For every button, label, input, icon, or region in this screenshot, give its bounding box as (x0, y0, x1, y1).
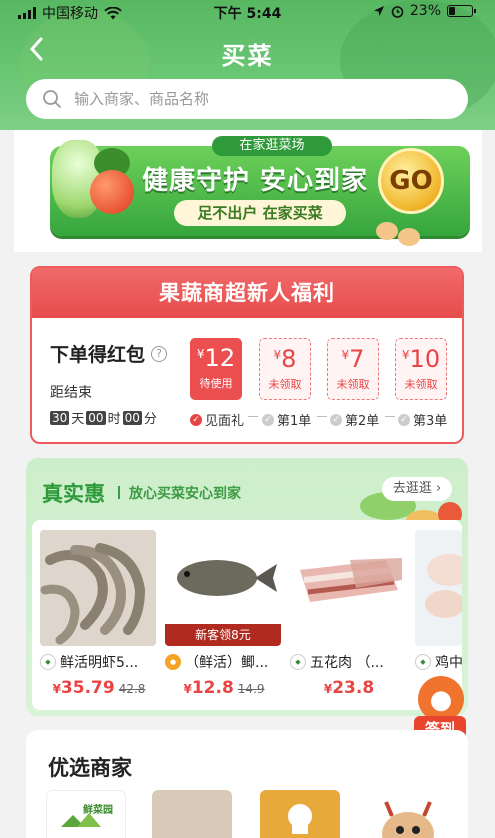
price-currency: ¥ (52, 682, 61, 696)
go-shopping-button[interactable]: 去逛逛 › (382, 477, 452, 501)
page-title: 买菜 (221, 42, 274, 70)
original-price: 14.9 (237, 682, 265, 696)
egg-image (398, 228, 420, 246)
coupon-status: 未领取 (268, 378, 302, 391)
deals-title: 真实惠 (42, 482, 105, 506)
pork-belly-image (290, 530, 406, 646)
battery-icon (447, 5, 476, 17)
product-name: （鲜活）鲫... (185, 655, 269, 671)
product-name: 五花肉 （... (310, 655, 384, 671)
go-shopping-label: 去逛逛 (392, 481, 432, 496)
ends-label: 距结束 (50, 385, 92, 401)
coupon-currency: ¥ (401, 348, 410, 362)
order-steps: ✓ 见面礼 ✓ 第1单 ✓ 第2单 ✓ 第3单 (190, 410, 462, 429)
merchant-logo[interactable] (152, 790, 232, 838)
coupon-card[interactable]: ¥7 未领取 (327, 338, 379, 400)
deals-subtitle: 放心买菜安心到家 (118, 483, 241, 503)
step-label: 见面礼 (205, 414, 245, 429)
timer-minute-unit: 分 (143, 412, 157, 427)
new-customer-ribbon: 新客领8元 (165, 624, 281, 646)
order-bonus-label: 下单得红包 (50, 344, 146, 366)
product-name: 鸡中 (435, 655, 462, 671)
merchant-logo[interactable] (260, 790, 340, 838)
step-label: 第2单 (345, 414, 380, 429)
coupon-status: 未领取 (336, 378, 370, 391)
coupon-status: 未领取 (404, 378, 438, 391)
banner-headline: 健康守护 安心到家 (142, 166, 369, 196)
status-bar: 中国移动 下午 5:44 23% (0, 0, 495, 22)
coupon-status: 待使用 (199, 377, 233, 390)
product-carousel[interactable]: ◆ 鲜活明虾5... ¥35.79 42.8 新客领8元 ● （鲜活）鲫... ¥12… (32, 520, 462, 710)
banner-subline: 足不出户 在家买菜 (174, 200, 346, 226)
coupon-card[interactable]: ¥8 未领取 (259, 338, 311, 400)
product-card[interactable]: ◆ 五花肉 （... ¥23.8 (290, 530, 408, 698)
original-price: 42.8 (118, 682, 146, 696)
timer-minutes: 00 (122, 410, 142, 425)
step-label: 第1单 (277, 414, 312, 429)
banner-go-button[interactable]: GO (378, 148, 444, 214)
timer-hour-unit: 时 (107, 412, 121, 427)
merchants-section: 优选商家 鲜菜园 (26, 730, 468, 838)
coupon-amount: 7 (349, 345, 365, 373)
tomato-image (90, 170, 134, 214)
coupon-amount: 10 (409, 345, 441, 373)
check-icon: ✓ (262, 413, 274, 426)
merchant-logo[interactable]: 鲜菜园 (46, 790, 126, 838)
merchant-logo-icon: ◆ (415, 654, 431, 670)
price-currency: ¥ (323, 682, 333, 696)
shrimp-image (40, 530, 156, 646)
egg-image (376, 222, 398, 240)
step-label: 第3单 (413, 414, 448, 429)
timer-day-unit: 天 (71, 412, 85, 427)
coupon-card[interactable]: ¥12 待使用 (190, 338, 242, 400)
product-card[interactable]: 新客领8元 ● （鲜活）鲫... ¥12.8 14.9 (165, 530, 283, 698)
merchant-logo-icon: ◆ (40, 654, 56, 670)
product-card[interactable]: ◆ 鸡中 (415, 530, 462, 672)
location-arrow-icon (373, 6, 384, 16)
product-name: 鲜活明虾5... (60, 655, 139, 671)
product-price: 35.79 (60, 678, 115, 698)
merchant-logo-text: 鲜菜园 (83, 805, 113, 816)
product-card[interactable]: ◆ 鲜活明虾5... ¥35.79 42.8 (40, 530, 158, 698)
newcomer-welfare-card[interactable]: 果蔬商超新人福利 下单得红包 ? 距结束 30 天 00 时 00 分 ¥12 … (30, 266, 464, 444)
coupon-card[interactable]: ¥10 未领取 (395, 338, 447, 400)
battery-level (449, 7, 455, 15)
coupon-amount: 8 (281, 345, 297, 373)
fish-image: 新客领8元 (165, 530, 281, 646)
price-currency: ¥ (183, 682, 192, 696)
product-price: 23.8 (332, 678, 375, 698)
check-icon: ✓ (190, 413, 202, 426)
search-bar[interactable] (26, 79, 468, 119)
promo-banner[interactable]: 在家逛菜场 健康守护 安心到家 足不出户 在家买菜 GO (14, 130, 482, 252)
merchant-logo[interactable] (368, 790, 448, 838)
search-icon (43, 90, 61, 108)
battery-percent: 23% (409, 3, 441, 19)
coupon-amount: 12 (204, 344, 236, 372)
check-icon: ✓ (330, 413, 342, 426)
header-bar: 中国移动 下午 5:44 23% 买菜 (0, 0, 495, 130)
check-icon: ✓ (398, 413, 410, 426)
newcomer-title: 果蔬商超新人福利 (32, 268, 462, 318)
deals-section: 真实惠 放心买菜安心到家 去逛逛 › ◆ 鲜活明虾5... ¥35.79 42.8 (26, 458, 468, 716)
merchant-logo-icon: ● (165, 654, 181, 670)
coupon-currency: ¥ (196, 347, 205, 361)
help-icon[interactable]: ? (151, 345, 168, 362)
timer-days: 30 (50, 410, 70, 425)
merchants-title: 优选商家 (48, 756, 132, 780)
countdown-timer: 30 天 00 时 00 分 (50, 408, 157, 427)
alarm-icon (391, 5, 404, 18)
chicken-wing-image (415, 530, 462, 646)
product-price: 12.8 (191, 678, 234, 698)
timer-hours: 00 (86, 410, 106, 425)
merchant-logo-icon: ◆ (290, 654, 306, 670)
banner-tag: 在家逛菜场 (212, 136, 332, 156)
search-input[interactable] (74, 90, 434, 108)
